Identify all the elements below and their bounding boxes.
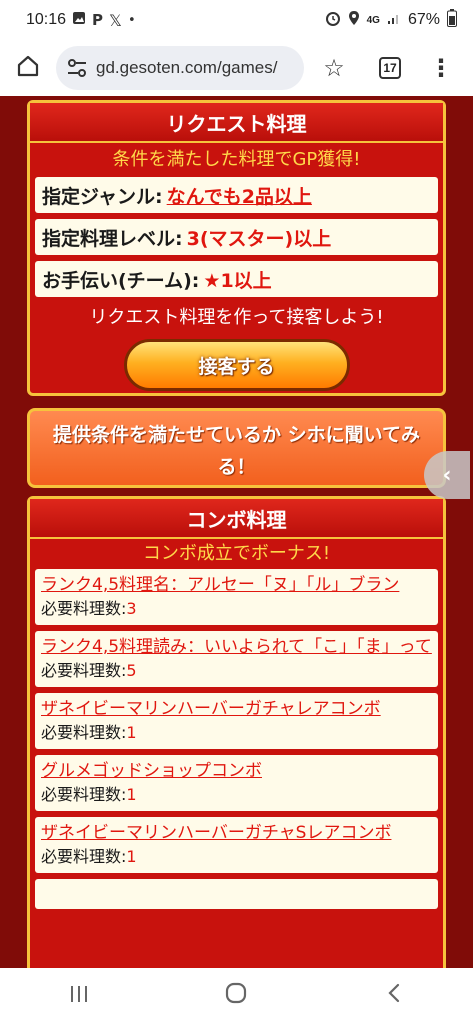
bookmark-button[interactable]: ☆ — [304, 40, 364, 96]
list-item: ザネイビーマリンハーバーガチャレアコンボ 必要料理数:1 — [35, 693, 438, 749]
address-bar[interactable]: gd.gesoten.com/games/ — [56, 46, 304, 90]
req-count: 5 — [126, 661, 137, 680]
req-label: 必要料理数: — [41, 599, 127, 618]
recents-button[interactable] — [49, 968, 109, 1024]
chevron-left-icon: ‹ — [442, 462, 452, 488]
combo-title: コンボ料理 — [30, 499, 443, 539]
list-item: ランク4,5料理名：アルセー「ヌ」「ル」ブラン 必要料理数:3 — [35, 569, 438, 625]
condition-helper: お手伝い(チーム): ★1以上 — [35, 261, 438, 297]
back-button[interactable] — [364, 968, 424, 1024]
dot-icon: • — [127, 12, 136, 28]
serve-button[interactable]: 接客する — [123, 339, 350, 391]
combo-requirement: 必要料理数:5 — [41, 659, 432, 683]
condition-value: 3(マスター)以上 — [186, 227, 332, 250]
combo-requirement: 必要料理数:3 — [41, 597, 432, 621]
req-label: 必要料理数: — [41, 785, 127, 804]
condition-label: お手伝い(チーム): — [42, 269, 200, 292]
combo-subtitle: コンボ成立でボーナス! — [142, 543, 331, 564]
recents-icon — [69, 984, 89, 1009]
req-count: 1 — [126, 785, 137, 804]
home-button[interactable] — [0, 40, 56, 96]
condition-genre-link[interactable]: なんでも2品以上 — [167, 182, 312, 209]
x-icon: 𝕏 — [109, 10, 122, 30]
combo-name-link[interactable]: グルメゴッドショップコンボ — [41, 759, 432, 783]
req-count: 1 — [126, 847, 137, 866]
page-content: リクエスト料理 条件を満たした料理でGP獲得! 指定ジャンル: なんでも2品以上… — [0, 96, 473, 968]
list-item: グルメゴッドショップコンボ 必要料理数:1 — [35, 755, 438, 811]
url-text: gd.gesoten.com/games/ — [96, 58, 278, 77]
alarm-icon — [325, 10, 341, 31]
home-icon — [16, 54, 40, 82]
network-type: 4G — [366, 14, 380, 26]
combo-name-link[interactable]: ランク4,5料理読み：いいよられて「こ」「ま」って — [41, 635, 432, 659]
location-icon — [348, 10, 360, 31]
menu-button[interactable]: ⋮ — [416, 40, 466, 96]
status-bar: 10:16 𝗣 𝕏 • 4G 67% — [0, 0, 473, 40]
pinterest-icon: 𝗣 — [92, 11, 104, 29]
list-item: ザネイビーマリンハーバーガチャSレアコンボ 必要料理数:1 — [35, 817, 438, 873]
condition-label: 指定料理レベル: — [42, 227, 183, 250]
request-title: リクエスト料理 — [30, 103, 443, 143]
more-vert-icon: ⋮ — [429, 54, 453, 82]
tab-count: 17 — [379, 57, 401, 79]
combo-name-link[interactable]: ランク4,5料理名：アルセー「ヌ」「ル」ブラン — [41, 573, 432, 597]
req-label: 必要料理数: — [41, 661, 127, 680]
combo-requirement: 必要料理数:1 — [41, 845, 432, 869]
condition-value: ★1以上 — [203, 269, 272, 292]
condition-label: 指定ジャンル: — [42, 185, 163, 208]
req-count: 3 — [126, 599, 137, 618]
req-label: 必要料理数: — [41, 847, 127, 866]
signal-icon — [387, 11, 401, 30]
tune-icon[interactable] — [66, 57, 88, 79]
status-time: 10:16 — [26, 11, 67, 28]
combo-panel: コンボ料理 コンボ成立でボーナス! ランク4,5料理名：アルセー「ヌ」「ル」ブラ… — [27, 496, 446, 968]
request-message: リクエスト料理を作って接客しよう! — [89, 307, 384, 328]
list-item — [35, 879, 438, 909]
home-circle-icon — [225, 982, 247, 1010]
home-nav-button[interactable] — [206, 968, 266, 1024]
condition-genre: 指定ジャンル: なんでも2品以上 — [35, 177, 438, 213]
combo-name-link[interactable]: ザネイビーマリンハーバーガチャレアコンボ — [41, 697, 432, 721]
combo-name-link[interactable]: ザネイビーマリンハーバーガチャSレアコンボ — [41, 821, 432, 845]
combo-requirement: 必要料理数:1 — [41, 783, 432, 807]
browser-toolbar: gd.gesoten.com/games/ ☆ 17 ⋮ — [0, 40, 473, 96]
side-panel-toggle[interactable]: ‹ — [424, 451, 470, 499]
system-nav-bar — [0, 968, 473, 1024]
req-count: 1 — [126, 723, 137, 742]
list-item: ランク4,5料理読み：いいよられて「こ」「ま」って 必要料理数:5 — [35, 631, 438, 687]
ask-shiho-button[interactable]: 提供条件を満たせているか シホに聞いてみる！ — [27, 408, 446, 488]
req-label: 必要料理数: — [41, 723, 127, 742]
battery-icon — [447, 8, 457, 32]
combo-requirement: 必要料理数:1 — [41, 721, 432, 745]
request-panel: リクエスト料理 条件を満たした料理でGP獲得! 指定ジャンル: なんでも2品以上… — [27, 100, 446, 396]
gallery-icon — [72, 11, 86, 29]
back-icon — [387, 983, 401, 1009]
star-icon: ☆ — [323, 54, 345, 82]
battery-text: 67% — [407, 11, 440, 28]
condition-level: 指定料理レベル: 3(マスター)以上 — [35, 219, 438, 255]
tabs-button[interactable]: 17 — [364, 40, 416, 96]
request-subtitle: 条件を満たした料理でGP獲得! — [112, 149, 361, 170]
